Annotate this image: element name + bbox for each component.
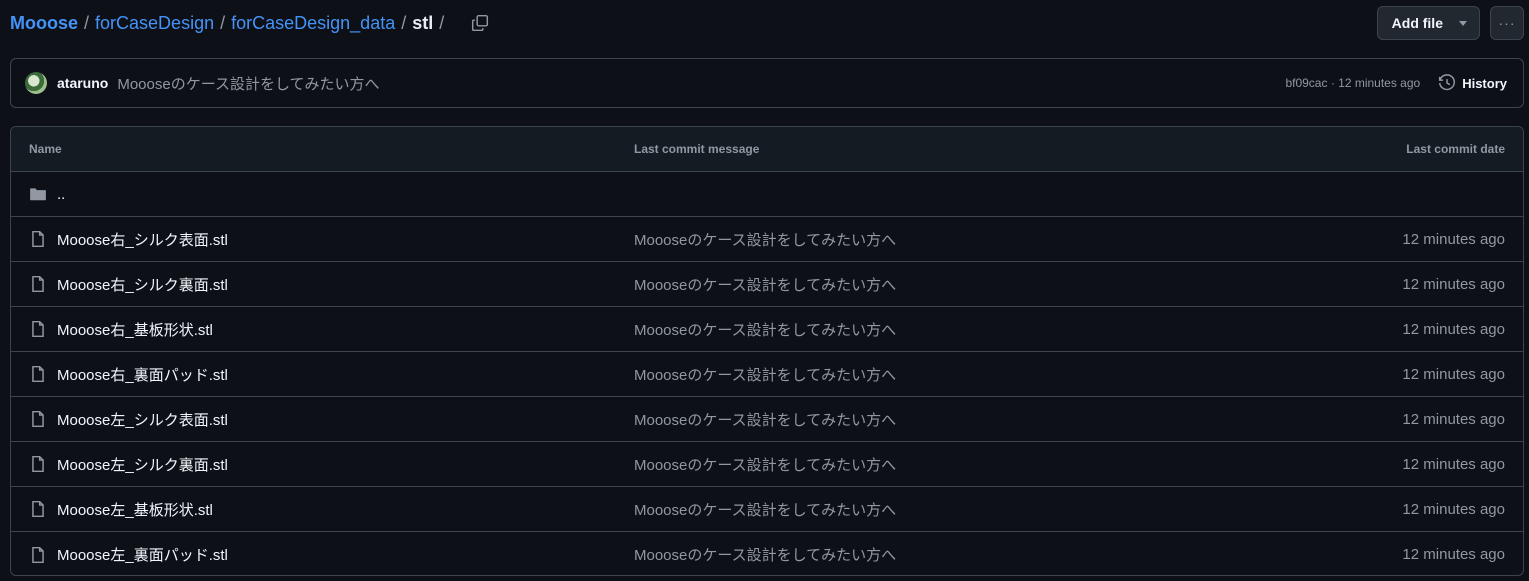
file-name-link[interactable]: Mooose左_シルク表面.stl xyxy=(57,409,228,430)
file-table: Name Last commit message Last commit dat… xyxy=(10,126,1524,576)
table-row[interactable]: Mooose右_シルク表面.stl Moooseのケース設計をしてみたい方へ 12 … xyxy=(11,217,1523,262)
breadcrumb-separator: / xyxy=(220,13,226,33)
add-file-button[interactable]: Add file xyxy=(1376,6,1480,40)
row-commit-message[interactable]: Moooseのケース設計をしてみたい方へ xyxy=(634,367,896,384)
table-row[interactable]: Mooose右_シルク裏面.stl Moooseのケース設計をしてみたい方へ 12 … xyxy=(11,262,1523,307)
avatar[interactable] xyxy=(25,72,47,94)
file-icon xyxy=(29,230,47,248)
breadcrumb: Mooose / forCaseDesign / forCaseDesign_d… xyxy=(10,11,450,35)
history-label: History xyxy=(1462,75,1507,91)
row-commit-date: 12 minutes ago xyxy=(1402,455,1505,473)
top-bar: Mooose / forCaseDesign / forCaseDesign_d… xyxy=(10,0,1524,46)
latest-commit-box: ataruno Moooseのケース設計をしてみたい方へ bf09cac · 1… xyxy=(10,58,1524,108)
row-commit-date: 12 minutes ago xyxy=(1402,275,1505,293)
file-icon xyxy=(29,320,47,338)
row-commit-message[interactable]: Moooseのケース設計をしてみたい方へ xyxy=(634,547,896,564)
file-icon xyxy=(29,275,47,293)
file-icon xyxy=(29,455,47,473)
history-button[interactable]: History xyxy=(1438,74,1507,92)
file-icon xyxy=(29,546,47,564)
row-commit-date: 12 minutes ago xyxy=(1402,365,1505,383)
add-file-label: Add file xyxy=(1391,15,1443,31)
table-row[interactable]: Mooose右_裏面パッド.stl Moooseのケース設計をしてみたい方へ 12 … xyxy=(11,352,1523,397)
row-commit-message[interactable]: Moooseのケース設計をしてみたい方へ xyxy=(634,232,896,249)
table-row[interactable]: Mooose左_シルク裏面.stl Moooseのケース設計をしてみたい方へ 12 … xyxy=(11,442,1523,487)
breadcrumb-root-link[interactable]: Mooose xyxy=(10,11,78,35)
commit-message[interactable]: Moooseのケース設計をしてみたい方へ xyxy=(117,73,379,94)
breadcrumb-separator: / xyxy=(84,13,90,33)
copy-icon xyxy=(471,14,489,32)
header-name: Name xyxy=(29,142,62,156)
file-name-link[interactable]: Mooose左_基板形状.stl xyxy=(57,499,213,520)
row-commit-date: 12 minutes ago xyxy=(1402,410,1505,428)
table-row[interactable]: Mooose右_基板形状.stl Moooseのケース設計をしてみたい方へ 12 m… xyxy=(11,307,1523,352)
row-commit-message[interactable]: Moooseのケース設計をしてみたい方へ xyxy=(634,412,896,429)
table-row[interactable]: Mooose左_裏面パッド.stl Moooseのケース設計をしてみたい方へ 12 … xyxy=(11,532,1523,575)
parent-directory-row[interactable]: .. xyxy=(11,172,1523,217)
file-name-link[interactable]: Mooose右_シルク表面.stl xyxy=(57,229,228,250)
file-icon xyxy=(29,410,47,428)
row-commit-date: 12 minutes ago xyxy=(1402,230,1505,248)
parent-directory-link[interactable]: .. xyxy=(57,186,65,203)
row-commit-message[interactable]: Moooseのケース設計をしてみたい方へ xyxy=(634,322,896,339)
copy-path-button[interactable] xyxy=(466,9,494,37)
file-icon xyxy=(29,365,47,383)
header-last-commit-message: Last commit message xyxy=(634,142,760,156)
history-icon xyxy=(1438,74,1456,92)
file-name-link[interactable]: Mooose左_シルク裏面.stl xyxy=(57,454,228,475)
table-row[interactable]: Mooose左_シルク表面.stl Moooseのケース設計をしてみたい方へ 12 … xyxy=(11,397,1523,442)
row-commit-date: 12 minutes ago xyxy=(1402,500,1505,518)
folder-icon xyxy=(29,185,47,203)
row-commit-message[interactable]: Moooseのケース設計をしてみたい方へ xyxy=(634,457,896,474)
breadcrumb-separator: / xyxy=(439,13,445,33)
commit-author[interactable]: ataruno xyxy=(57,75,108,91)
file-name-link[interactable]: Mooose右_基板形状.stl xyxy=(57,319,213,340)
file-name-link[interactable]: Mooose右_裏面パッド.stl xyxy=(57,364,228,385)
more-options-button[interactable]: ··· xyxy=(1490,6,1524,40)
breadcrumb-separator: / xyxy=(401,13,407,33)
table-header: Name Last commit message Last commit dat… xyxy=(11,127,1523,172)
table-row[interactable]: Mooose左_基板形状.stl Moooseのケース設計をしてみたい方へ 12 m… xyxy=(11,487,1523,532)
row-commit-date: 12 minutes ago xyxy=(1402,320,1505,338)
file-name-link[interactable]: Mooose左_裏面パッド.stl xyxy=(57,544,228,565)
breadcrumb-link-forcasedesign-data[interactable]: forCaseDesign_data xyxy=(231,11,395,35)
breadcrumb-link-forcasedesign[interactable]: forCaseDesign xyxy=(95,11,214,35)
row-commit-message[interactable]: Moooseのケース設計をしてみたい方へ xyxy=(634,502,896,519)
header-last-commit-date: Last commit date xyxy=(1406,142,1505,156)
top-actions: Add file ··· xyxy=(1376,6,1524,40)
breadcrumb-current: stl xyxy=(412,13,434,33)
file-name-link[interactable]: Mooose右_シルク裏面.stl xyxy=(57,274,228,295)
commit-hash-time[interactable]: bf09cac · 12 minutes ago xyxy=(1285,76,1420,90)
commit-meta: bf09cac · 12 minutes ago History xyxy=(1285,74,1507,92)
kebab-horizontal-icon: ··· xyxy=(1498,15,1516,31)
row-commit-message[interactable]: Moooseのケース設計をしてみたい方へ xyxy=(634,277,896,294)
row-commit-date: 12 minutes ago xyxy=(1402,546,1505,563)
file-icon xyxy=(29,500,47,518)
chevron-down-icon xyxy=(1459,20,1467,26)
